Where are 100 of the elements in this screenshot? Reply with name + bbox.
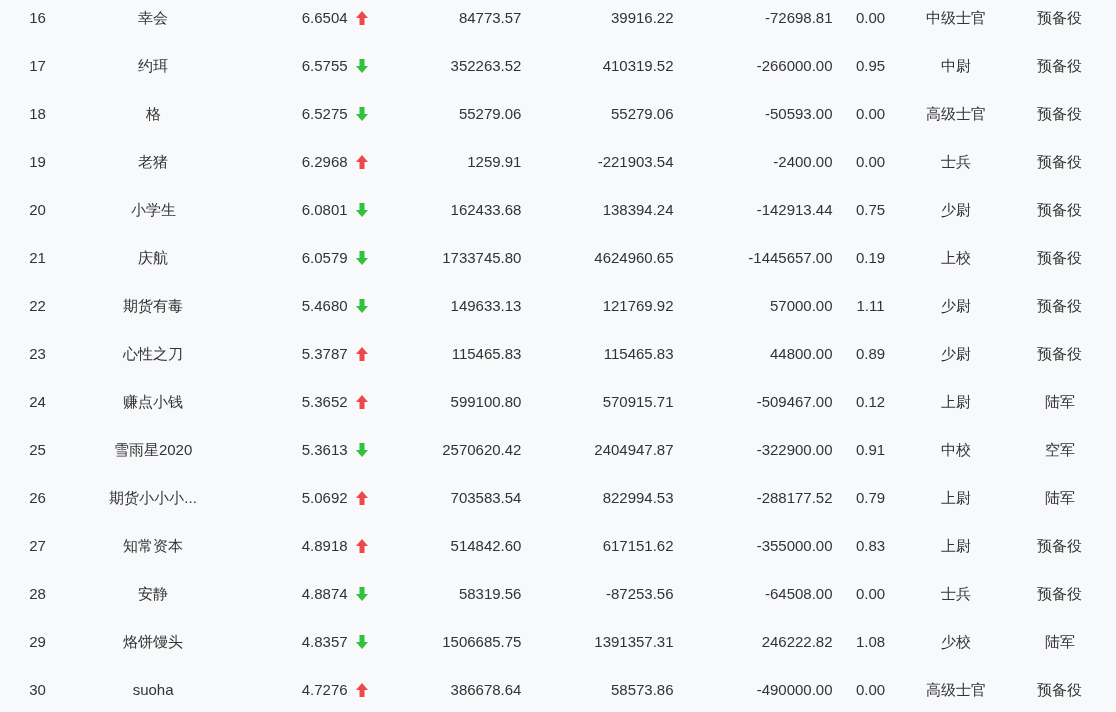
table-cell-text: 0.00	[855, 151, 886, 172]
table-cell-text: 0.00	[855, 679, 886, 700]
rank-title-text: 上尉	[941, 535, 971, 556]
rank-title-text: 高级士官	[926, 679, 986, 700]
score-text: 6.5755	[301, 55, 348, 76]
rank-text: 26	[29, 487, 46, 508]
score-text: 5.3652	[301, 391, 348, 412]
table-cell-text: -288177.52	[756, 487, 833, 508]
rank-text: 27	[29, 535, 46, 556]
name-text: 格	[145, 103, 161, 124]
table-cell-text: 149633.13	[450, 295, 522, 316]
table-cell-text: 39916.22	[610, 7, 674, 28]
rank-title-text: 士兵	[941, 151, 971, 172]
table-cell-text: 1.08	[855, 631, 886, 652]
table-cell-text: 703583.54	[450, 487, 522, 508]
rank-text: 19	[29, 151, 46, 172]
score-text: 5.3613	[301, 439, 348, 460]
table-cell-text: 0.89	[855, 343, 886, 364]
score-text: 4.8918	[301, 535, 348, 556]
score-text: 6.2968	[301, 151, 348, 172]
rank-text: 23	[29, 343, 46, 364]
score-text: 6.0801	[301, 199, 348, 220]
table-cell-text: 0.00	[855, 583, 886, 604]
score-text: 6.0579	[301, 247, 348, 268]
table-cell-text: -142913.44	[756, 199, 833, 220]
rank-title-text: 士兵	[941, 583, 971, 604]
rank-title-text: 少校	[941, 631, 971, 652]
rank-title-text: 少尉	[941, 295, 971, 316]
rank-title-text: 中级士官	[926, 7, 986, 28]
service-text: 预备役	[1037, 151, 1083, 172]
rank-text: 18	[29, 103, 46, 124]
service-text: 陆军	[1044, 631, 1075, 652]
table-cell-text: 84773.57	[458, 7, 522, 28]
service-text: 预备役	[1037, 583, 1083, 604]
score-text: 4.7276	[301, 679, 348, 700]
table-cell-text: 1506685.75	[442, 631, 522, 652]
table-cell-text: 55279.06	[610, 103, 674, 124]
table-cell-text: 0.00	[855, 103, 886, 124]
rank-title-text: 上尉	[941, 391, 971, 412]
table-cell-text: -355000.00	[756, 535, 833, 556]
rank-text: 29	[29, 631, 46, 652]
rank-text: 17	[29, 55, 46, 76]
table-cell-text: 55279.06	[458, 103, 522, 124]
table-cell-text: -1445657.00	[748, 247, 833, 268]
score-text: 6.5275	[301, 103, 348, 124]
service-text: 预备役	[1037, 295, 1083, 316]
name-text: suoha	[132, 679, 174, 700]
rank-title-text: 少尉	[941, 199, 971, 220]
rank-text: 21	[29, 247, 46, 268]
name-text: 约珥	[138, 55, 169, 76]
name-text: 幸会	[138, 7, 169, 28]
table-cell-text: 0.79	[855, 487, 886, 508]
table-cell-text: 58319.56	[458, 583, 522, 604]
table-cell-text: 2570620.42	[442, 439, 522, 460]
table-cell-text: -50593.00	[765, 103, 833, 124]
score-text: 5.3787	[301, 343, 348, 364]
rank-text: 20	[29, 199, 46, 220]
table-cell-text: -72698.81	[765, 7, 833, 28]
table-cell-text: -64508.00	[765, 583, 833, 604]
service-text: 预备役	[1037, 103, 1083, 124]
name-text: 期货小小小...	[109, 487, 197, 508]
table-cell-text: 0.19	[855, 247, 886, 268]
table-cell-text: -266000.00	[756, 55, 833, 76]
name-text: 心性之刀	[123, 343, 184, 364]
table-cell-text: 1.11	[856, 295, 885, 316]
table-cell-text: 352263.52	[450, 55, 522, 76]
table-cell-text: 0.75	[855, 199, 886, 220]
table-cell-text: 1259.91	[467, 151, 522, 172]
service-text: 预备役	[1037, 55, 1083, 76]
rank-title-text: 高级士官	[926, 103, 986, 124]
table-cell-text: 410319.52	[602, 55, 674, 76]
rank-title-text: 中尉	[941, 55, 971, 76]
name-text: 知常资本	[123, 535, 184, 556]
score-text: 4.8357	[301, 631, 348, 652]
table-cell-text: 0.12	[855, 391, 886, 412]
table-cell-text: 0.91	[855, 439, 886, 460]
table-cell-text: 0.00	[855, 7, 886, 28]
name-text: 庆航	[138, 247, 169, 268]
rank-text: 24	[29, 391, 46, 412]
rank-title-text: 上校	[941, 247, 971, 268]
table-cell-text: 121769.92	[602, 295, 674, 316]
score-text: 5.4680	[301, 295, 348, 316]
table-cell-text: 1391357.31	[594, 631, 674, 652]
rank-text: 30	[29, 679, 46, 700]
service-text: 空军	[1044, 439, 1075, 460]
table-cell-text: 162433.68	[450, 199, 522, 220]
table-cell-text: 58573.86	[610, 679, 674, 700]
table-cell-text: -322900.00	[756, 439, 833, 460]
rank-title-text: 少尉	[941, 343, 971, 364]
table-cell-text: 115465.83	[603, 343, 674, 364]
rank-title-text: 上尉	[941, 487, 971, 508]
table-cell-text: 115465.83	[451, 343, 522, 364]
table-cell-text: 0.83	[855, 535, 886, 556]
table-cell-text: -221903.54	[597, 151, 674, 172]
table-cell-text: -509467.00	[756, 391, 833, 412]
rank-text: 16	[29, 7, 46, 28]
table-cell-text: 44800.00	[769, 343, 833, 364]
table-cell-text: 599100.80	[450, 391, 522, 412]
table-cell-text: 514842.60	[450, 535, 522, 556]
table-cell-text: 1733745.80	[442, 247, 522, 268]
